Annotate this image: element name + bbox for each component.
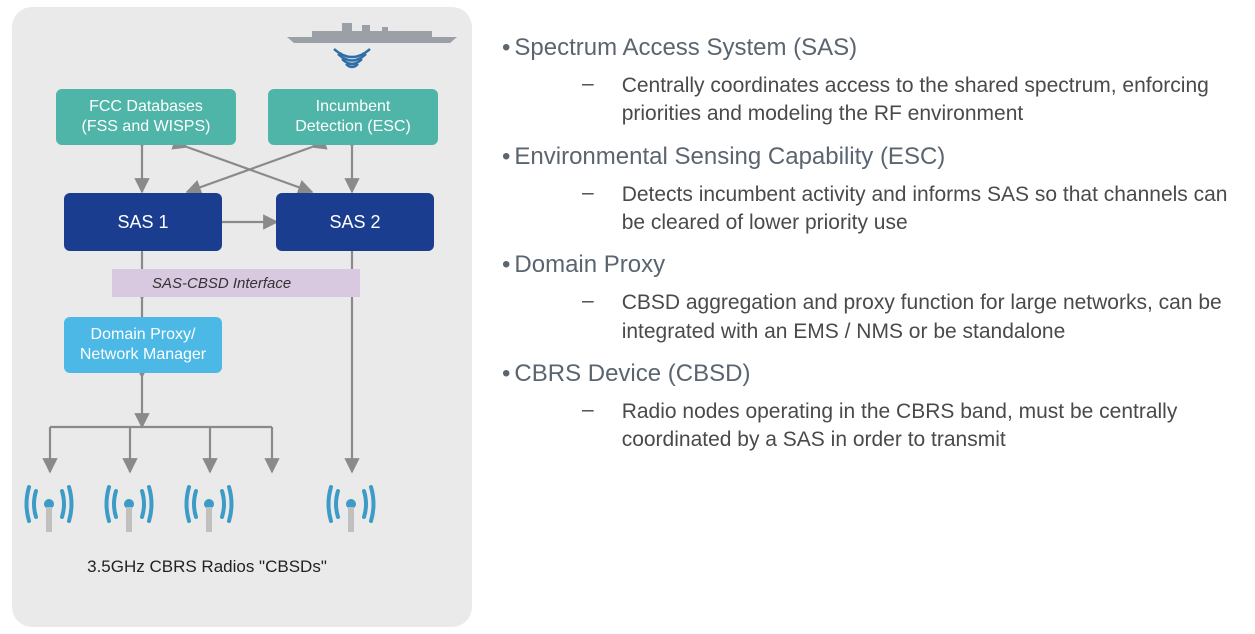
- heading-sas: Spectrum Access System (SAS): [502, 34, 1245, 62]
- desc-esc: Detects incumbent activity and informs S…: [582, 181, 1245, 238]
- signal-icon: [332, 47, 372, 72]
- domain-proxy-box: Domain Proxy/ Network Manager: [64, 317, 222, 373]
- domain-proxy-label: Domain Proxy/ Network Manager: [80, 325, 206, 365]
- incumbent-detection-box: Incumbent Detection (ESC): [268, 89, 438, 145]
- sas1-label: SAS 1: [117, 211, 168, 234]
- fcc-databases-box: FCC Databases (FSS and WISPS): [56, 89, 236, 145]
- architecture-diagram: FCC Databases (FSS and WISPS) Incumbent …: [12, 7, 472, 627]
- cbsd-caption: 3.5GHz CBRS Radios "CBSDs": [67, 557, 347, 577]
- antenna-icon: [326, 477, 376, 532]
- desc-sas-text: Centrally coordinates access to the shar…: [622, 72, 1245, 129]
- heading-esc: Environmental Sensing Capability (ESC): [502, 143, 1245, 171]
- fcc-databases-label: FCC Databases (FSS and WISPS): [82, 97, 211, 137]
- heading-domain-proxy: Domain Proxy: [502, 251, 1245, 279]
- heading-sas-text: Spectrum Access System (SAS): [514, 34, 857, 62]
- heading-esc-text: Environmental Sensing Capability (ESC): [514, 143, 945, 171]
- sas2-box: SAS 2: [276, 193, 434, 251]
- desc-sas: Centrally coordinates access to the shar…: [582, 72, 1245, 129]
- heading-domain-proxy-text: Domain Proxy: [514, 251, 665, 279]
- desc-domain-proxy: CBSD aggregation and proxy function for …: [582, 289, 1245, 346]
- antenna-icon: [24, 477, 74, 532]
- heading-cbsd-text: CBRS Device (CBSD): [514, 360, 750, 388]
- heading-cbsd: CBRS Device (CBSD): [502, 360, 1245, 388]
- ship-icon: [282, 15, 462, 45]
- desc-domain-proxy-text: CBSD aggregation and proxy function for …: [622, 289, 1245, 346]
- sas2-label: SAS 2: [329, 211, 380, 234]
- antenna-icon: [104, 477, 154, 532]
- incumbent-detection-label: Incumbent Detection (ESC): [295, 97, 411, 137]
- sas-cbsd-interface-bar: SAS-CBSD Interface: [112, 269, 360, 297]
- definitions-panel: Spectrum Access System (SAS) Centrally c…: [472, 0, 1255, 634]
- antenna-icon: [184, 477, 234, 532]
- sas1-box: SAS 1: [64, 193, 222, 251]
- interface-label: SAS-CBSD Interface: [152, 275, 291, 292]
- desc-cbsd-text: Radio nodes operating in the CBRS band, …: [622, 398, 1245, 455]
- desc-cbsd: Radio nodes operating in the CBRS band, …: [582, 398, 1245, 455]
- desc-esc-text: Detects incumbent activity and informs S…: [622, 181, 1245, 238]
